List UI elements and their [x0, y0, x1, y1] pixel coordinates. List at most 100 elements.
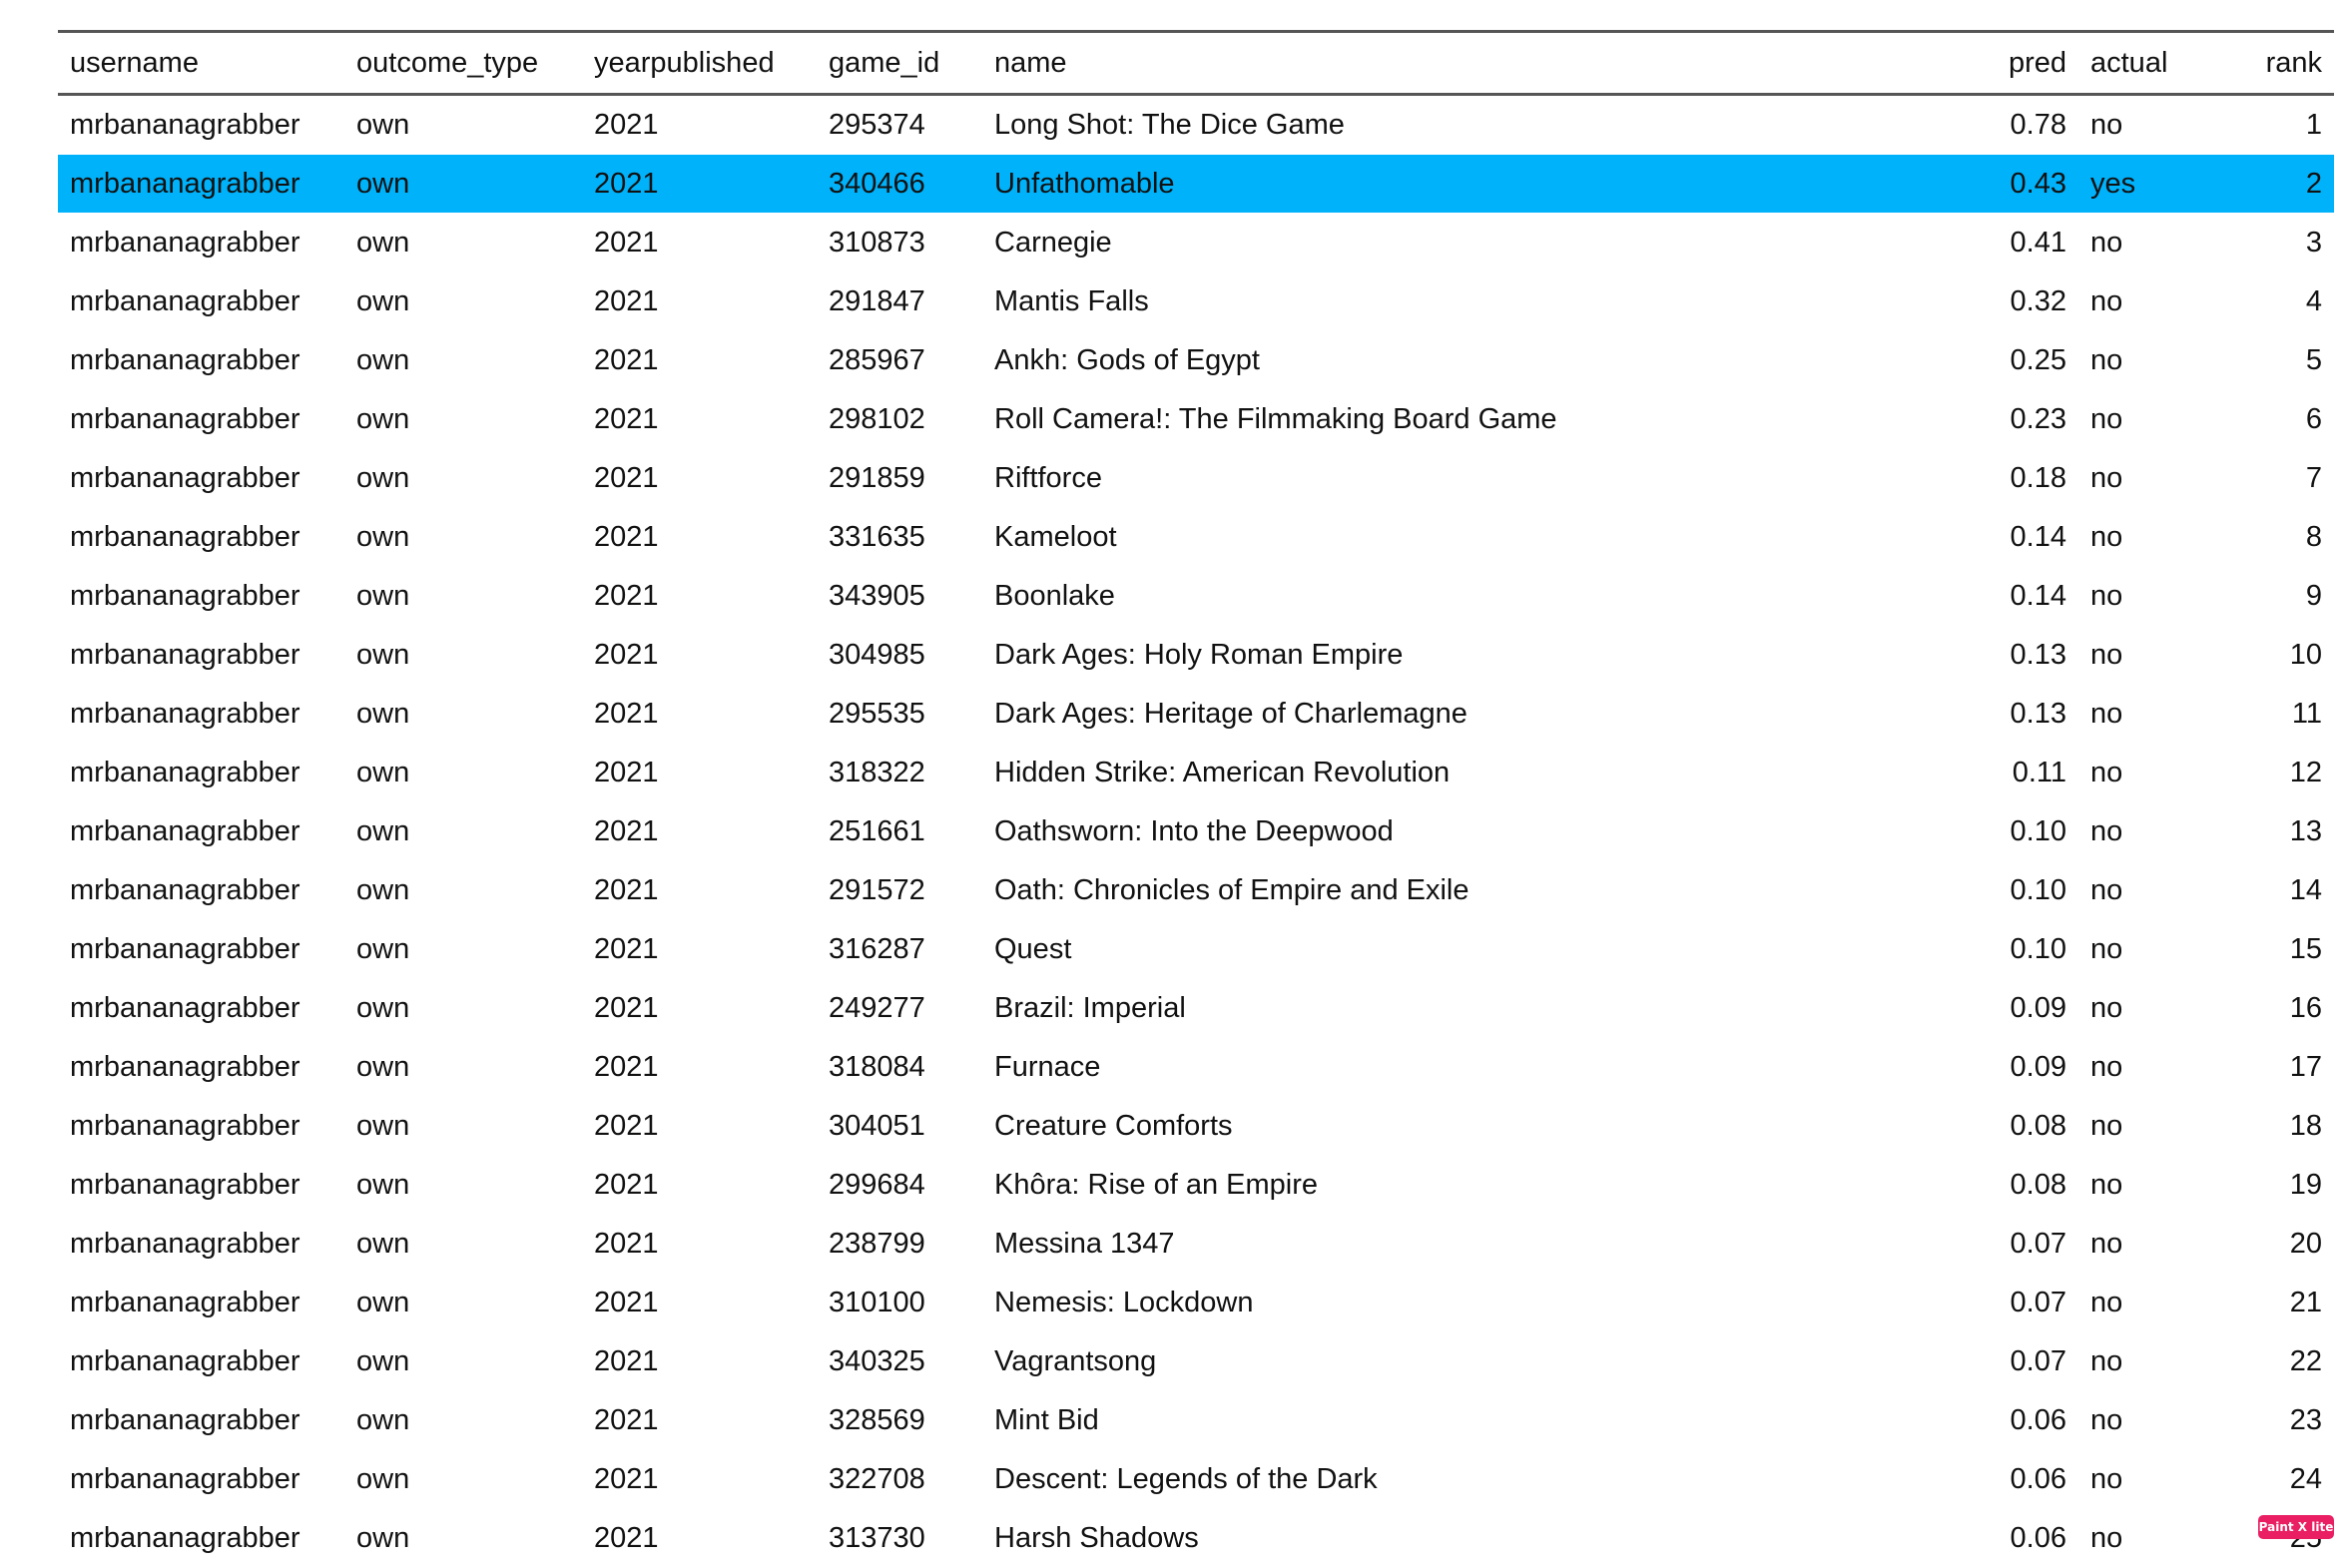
table-row[interactable]: mrbananagrabber own 2021 295374 Long Shot: T… — [58, 95, 2334, 155]
cell-name: Hidden Strike: American Revolution — [994, 756, 1451, 788]
cell-yearpublished: 2021 — [594, 461, 659, 494]
cell-username: mrbananagrabber — [70, 1462, 300, 1495]
cell-game-id: 291572 — [829, 873, 925, 906]
table-row[interactable]: mrbananagrabber own 2021 285967 Ankh: Gods o… — [58, 331, 2334, 390]
column-header-rank[interactable]: rank — [2208, 32, 2334, 95]
cell-rank: 5 — [2305, 343, 2322, 376]
cell-username: mrbananagrabber — [70, 1109, 300, 1142]
cell-name: Messina 1347 — [994, 1227, 1175, 1260]
cell-pred: 0.14 — [2010, 520, 2066, 553]
cell-actual: no — [2090, 402, 2123, 435]
column-header-name[interactable]: name — [982, 32, 1997, 95]
cell-username: mrbananagrabber — [70, 1227, 300, 1260]
cell-yearpublished: 2021 — [594, 1109, 659, 1142]
cell-rank: 14 — [2289, 873, 2322, 906]
cell-actual: no — [2090, 461, 2123, 494]
table-row[interactable]: mrbananagrabber own 2021 304051 Creature Com… — [58, 1097, 2334, 1156]
cell-rank: 2 — [2305, 167, 2322, 200]
cell-outcome-type: own — [356, 814, 410, 847]
column-header-pred[interactable]: pred — [1997, 32, 2078, 95]
cell-name: Ankh: Gods of Egypt — [994, 343, 1260, 376]
cell-yearpublished: 2021 — [594, 932, 659, 965]
results-table: username outcome_type yearpublished game_id… — [58, 30, 2334, 1568]
table-row[interactable]: mrbananagrabber own 2021 291572 Oath: Chroni… — [58, 861, 2334, 920]
column-header-outcome-type[interactable]: outcome_type — [344, 32, 582, 95]
cell-actual: no — [2090, 991, 2123, 1024]
cell-name: Harsh Shadows — [994, 1521, 1199, 1554]
table-row[interactable]: mrbananagrabber own 2021 310873 Carnegie 0.41… — [58, 214, 2334, 272]
cell-outcome-type: own — [356, 1286, 410, 1318]
cell-rank: 17 — [2289, 1050, 2322, 1083]
table-row[interactable]: mrbananagrabber own 2021 299684 Khôra: Rise … — [58, 1156, 2334, 1215]
table-row[interactable]: mrbananagrabber own 2021 340325 Vagrantsong 0… — [58, 1332, 2334, 1391]
cell-yearpublished: 2021 — [594, 1462, 659, 1495]
cell-username: mrbananagrabber — [70, 108, 300, 141]
cell-username: mrbananagrabber — [70, 226, 300, 259]
cell-actual: no — [2090, 1227, 2123, 1260]
cell-rank: 19 — [2289, 1168, 2322, 1201]
cell-name: Mantis Falls — [994, 284, 1149, 317]
cell-outcome-type: own — [356, 579, 410, 612]
cell-username: mrbananagrabber — [70, 284, 300, 317]
cell-username: mrbananagrabber — [70, 1344, 300, 1377]
cell-name: Creature Comforts — [994, 1109, 1233, 1142]
table-row[interactable]: mrbananagrabber own 2021 343905 Boonlake 0.14… — [58, 567, 2334, 626]
cell-actual: no — [2090, 756, 2123, 788]
table-row[interactable]: mrbananagrabber own 2021 328569 Mint Bid 0.06… — [58, 1391, 2334, 1450]
cell-game-id: 304985 — [829, 638, 925, 671]
cell-outcome-type: own — [356, 1109, 410, 1142]
cell-game-id: 285967 — [829, 343, 925, 376]
cell-actual: no — [2090, 1344, 2123, 1377]
table-row[interactable]: mrbananagrabber own 2021 295535 Dark Ages: H… — [58, 685, 2334, 744]
cell-outcome-type: own — [356, 1050, 410, 1083]
cell-pred: 0.14 — [2010, 579, 2066, 612]
cell-username: mrbananagrabber — [70, 1168, 300, 1201]
table-row[interactable]: mrbananagrabber own 2021 318084 Furnace 0.09 n… — [58, 1038, 2334, 1097]
cell-username: mrbananagrabber — [70, 814, 300, 847]
column-header-game-id[interactable]: game_id — [817, 32, 982, 95]
table-row[interactable]: mrbananagrabber own 2021 291859 Riftforce 0.1… — [58, 449, 2334, 508]
cell-actual: no — [2090, 1462, 2123, 1495]
table-row[interactable]: mrbananagrabber own 2021 291847 Mantis Falls… — [58, 272, 2334, 331]
cell-actual: no — [2090, 1168, 2123, 1201]
cell-game-id: 328569 — [829, 1403, 925, 1436]
cell-name: Unfathomable — [994, 167, 1175, 200]
cell-name: Carnegie — [994, 226, 1112, 259]
table-row[interactable]: mrbananagrabber own 2021 304985 Dark Ages: H… — [58, 626, 2334, 685]
cell-pred: 0.06 — [2010, 1403, 2066, 1436]
table-row[interactable]: mrbananagrabber own 2021 316287 Quest 0.10 no 1… — [58, 920, 2334, 979]
table-row[interactable]: mrbananagrabber own 2021 318322 Hidden Strik… — [58, 744, 2334, 802]
cell-yearpublished: 2021 — [594, 402, 659, 435]
table-row[interactable]: mrbananagrabber own 2021 310100 Nemesis: Loc… — [58, 1274, 2334, 1332]
table-row[interactable]: mrbananagrabber own 2021 298102 Roll Camera!… — [58, 390, 2334, 449]
cell-pred: 0.13 — [2010, 638, 2066, 671]
column-header-yearpublished[interactable]: yearpublished — [582, 32, 817, 95]
table-row[interactable]: mrbananagrabber own 2021 249277 Brazil: Impe… — [58, 979, 2334, 1038]
cell-pred: 0.32 — [2010, 284, 2066, 317]
table-row-selected[interactable]: mrbananagrabber own 2021 340466 Unfathomable… — [58, 154, 2334, 214]
cell-username: mrbananagrabber — [70, 402, 300, 435]
table-row[interactable]: mrbananagrabber own 2021 238799 Messina 1347… — [58, 1215, 2334, 1274]
table-row[interactable]: mrbananagrabber own 2021 251661 Oathsworn: I… — [58, 802, 2334, 861]
column-header-username[interactable]: username — [58, 32, 344, 95]
cell-yearpublished: 2021 — [594, 167, 659, 200]
cell-pred: 0.41 — [2010, 226, 2066, 259]
cell-outcome-type: own — [356, 343, 410, 376]
cell-pred: 0.08 — [2010, 1168, 2066, 1201]
cell-username: mrbananagrabber — [70, 343, 300, 376]
cell-game-id: 298102 — [829, 402, 925, 435]
cell-pred: 0.07 — [2010, 1344, 2066, 1377]
table-row[interactable]: mrbananagrabber own 2021 322708 Descent: Leg… — [58, 1450, 2334, 1509]
cell-game-id: 310873 — [829, 226, 925, 259]
cell-rank: 1 — [2305, 108, 2322, 141]
cell-yearpublished: 2021 — [594, 873, 659, 906]
table-row[interactable]: mrbananagrabber own 2021 313730 Harsh Shadow… — [58, 1509, 2334, 1568]
column-header-actual[interactable]: actual — [2078, 32, 2208, 95]
cell-pred: 0.08 — [2010, 1109, 2066, 1142]
table-row[interactable]: mrbananagrabber own 2021 331635 Kameloot 0.14… — [58, 508, 2334, 567]
cell-username: mrbananagrabber — [70, 579, 300, 612]
cell-yearpublished: 2021 — [594, 991, 659, 1024]
cell-username: mrbananagrabber — [70, 697, 300, 730]
cell-outcome-type: own — [356, 1521, 410, 1554]
cell-game-id: 295374 — [829, 108, 925, 141]
